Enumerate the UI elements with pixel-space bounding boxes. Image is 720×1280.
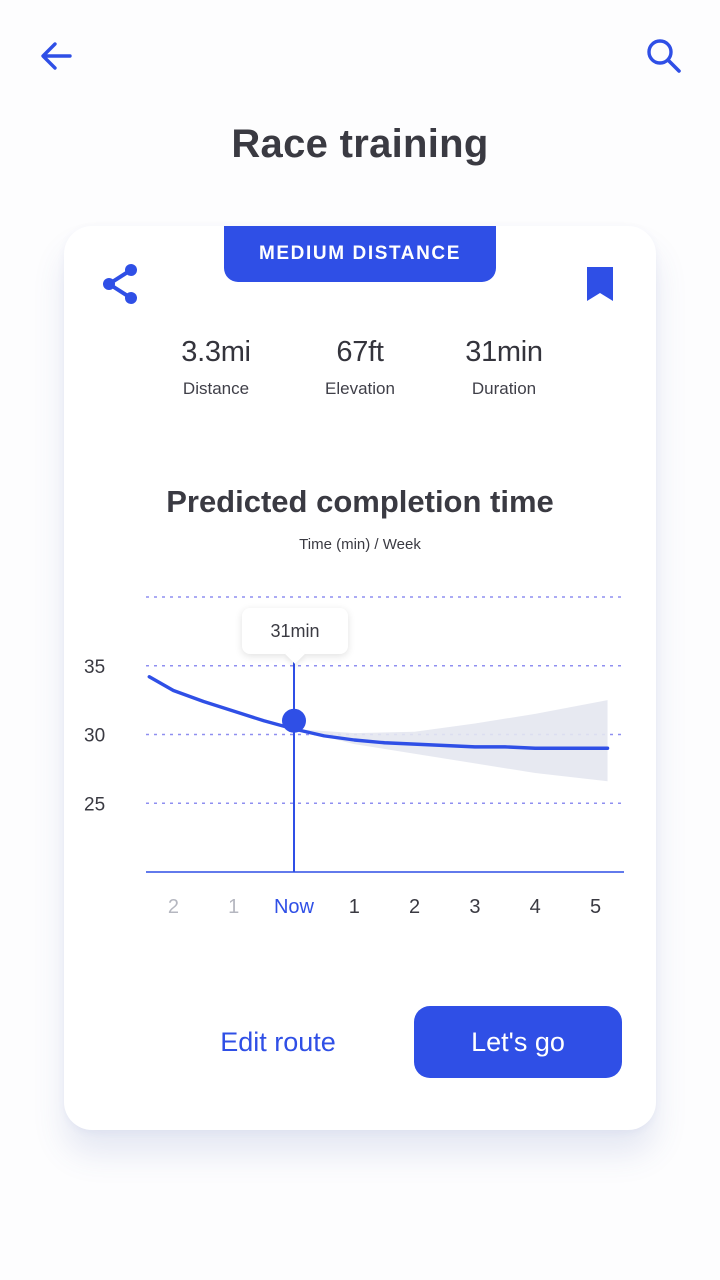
bookmark-button[interactable] xyxy=(572,256,628,312)
stat-elevation: 67ft Elevation xyxy=(288,336,432,399)
stat-duration: 31min Duration xyxy=(432,336,576,399)
share-button[interactable] xyxy=(92,256,148,312)
stat-label: Elevation xyxy=(325,379,395,398)
prediction-chart: 25 30 35 2 1 Now 1 2 3 4 5 31min xyxy=(80,584,640,924)
route-stats: 3.3mi Distance 67ft Elevation 31min Dura… xyxy=(144,336,576,399)
stat-value: 67ft xyxy=(336,336,384,368)
x-tick-label: 1 xyxy=(349,896,360,918)
arrow-left-icon xyxy=(41,42,72,70)
page-title: Race training xyxy=(231,122,489,166)
prediction-chart-svg: 25 30 35 2 1 Now 1 2 3 4 5 xyxy=(84,596,624,918)
y-tick-label: 25 xyxy=(84,794,105,815)
chart-subtitle: Time (min) / Week xyxy=(299,536,421,553)
chart-title: Predicted completion time xyxy=(166,484,554,519)
back-button[interactable] xyxy=(28,28,84,84)
x-tick-label: 1 xyxy=(228,896,239,918)
stat-label: Distance xyxy=(182,379,250,398)
x-tick-label: 3 xyxy=(469,896,480,918)
lets-go-button[interactable]: Let's go xyxy=(414,1006,622,1078)
now-data-point xyxy=(282,708,306,733)
edit-route-button[interactable]: Edit route xyxy=(192,1006,364,1078)
route-card: MEDIUM DISTANCE 3.3mi Distance 67ft Elev… xyxy=(64,226,656,1130)
x-tick-label: 4 xyxy=(530,896,541,918)
search-icon xyxy=(647,39,681,73)
stat-value: 3.3mi xyxy=(181,336,251,368)
y-tick-label: 30 xyxy=(84,726,105,747)
x-tick-label: 2 xyxy=(409,896,420,918)
y-tick-label: 35 xyxy=(84,657,105,678)
uncertainty-band xyxy=(294,700,608,782)
chart-tooltip: 31min xyxy=(242,608,348,654)
x-tick-label: 2 xyxy=(168,896,179,918)
category-badge: MEDIUM DISTANCE xyxy=(224,226,496,282)
bookmark-icon xyxy=(587,267,613,301)
search-button[interactable] xyxy=(636,28,692,84)
x-tick-label: Now xyxy=(274,896,315,918)
race-training-screen: Race training MEDIUM DISTANCE 3.3mi Dist… xyxy=(0,0,720,1280)
share-icon xyxy=(103,264,137,304)
stat-label: Duration xyxy=(471,379,537,398)
stat-distance: 3.3mi Distance xyxy=(144,336,288,399)
x-tick-label: 5 xyxy=(590,896,601,918)
stat-value: 31min xyxy=(465,336,543,368)
